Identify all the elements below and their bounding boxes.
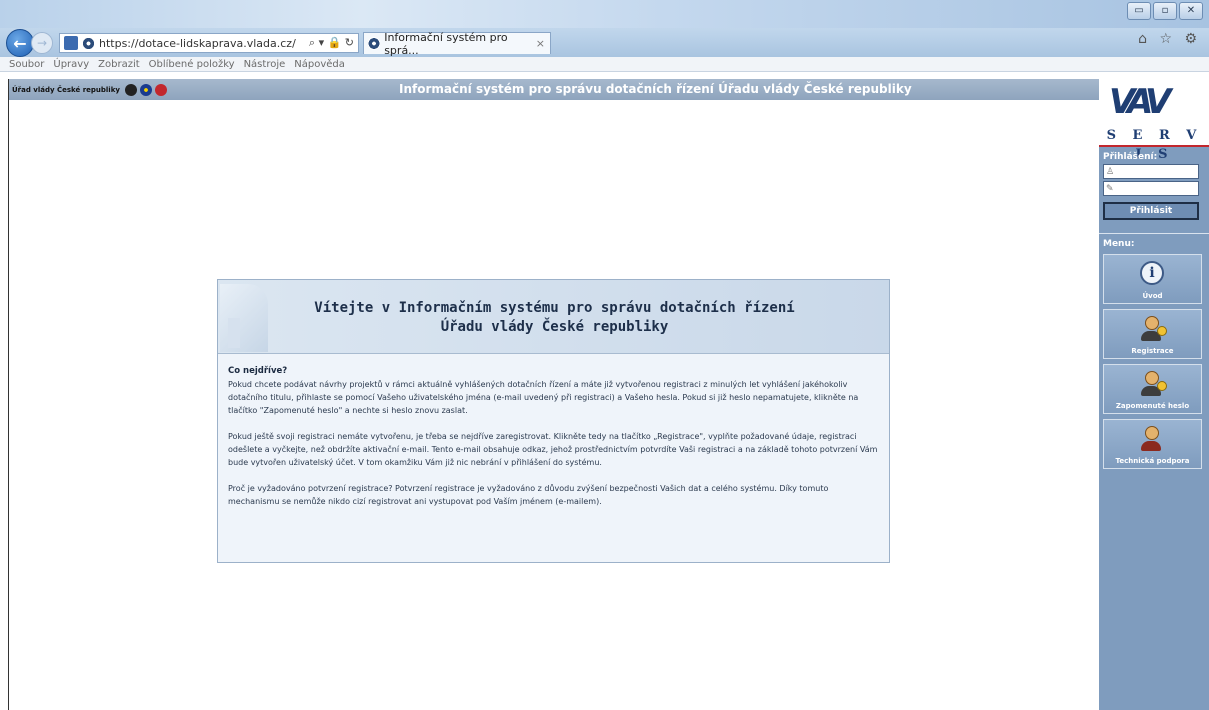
browser-menubar: Soubor Úpravy Zobrazit Oblíbené položky … bbox=[0, 57, 1209, 72]
welcome-title-line2: Úřadu vlády České republiky bbox=[440, 319, 669, 335]
tab-title: Informační systém pro sprá... bbox=[384, 30, 508, 57]
welcome-paragraph-2: Pokud ještě svoji registraci nemáte vytv… bbox=[228, 432, 878, 467]
menu-zobrazit[interactable]: Zobrazit bbox=[98, 59, 140, 70]
pencil-icon: ✎ bbox=[1106, 183, 1114, 194]
back-button[interactable]: ← bbox=[6, 29, 34, 57]
window-titlebar bbox=[0, 0, 1209, 28]
globe-icon bbox=[82, 36, 95, 50]
welcome-panel: Vítejte v Informačním systému pro správu… bbox=[217, 279, 890, 563]
menu-item-label: Technická podpora bbox=[1115, 457, 1190, 465]
tab-close-icon[interactable]: × bbox=[536, 37, 545, 50]
welcome-paragraph-1: Pokud chcete podávat návrhy projektů v r… bbox=[228, 380, 859, 415]
user-key-icon bbox=[1141, 316, 1167, 341]
forward-button[interactable]: → bbox=[31, 32, 53, 54]
url-domain: dotace-lidskaprava.vlada.cz/ bbox=[138, 36, 296, 50]
system-title: Informační systém pro správu dotačních ř… bbox=[399, 82, 912, 96]
browser-tab[interactable]: Informační systém pro sprá... × bbox=[363, 30, 551, 57]
info-red-icon[interactable] bbox=[154, 83, 167, 96]
menu-item-uvod[interactable]: i Úvod bbox=[1103, 254, 1202, 304]
menu-item-zapomenute-heslo[interactable]: Zapomenuté heslo bbox=[1103, 364, 1202, 414]
url-prefix: https:// bbox=[99, 36, 139, 50]
org-name[interactable]: Úřad vlády České republiky bbox=[12, 86, 120, 94]
welcome-header: Vítejte v Informačním systému pro správu… bbox=[218, 280, 889, 354]
info-icon: i bbox=[1140, 261, 1164, 285]
close-window-button[interactable]: ✕ bbox=[1179, 2, 1203, 20]
welcome-heading: Co nejdříve? bbox=[228, 366, 288, 376]
window-controls: ▭ ▫ ✕ bbox=[1127, 2, 1203, 20]
password-input[interactable]: ✎ bbox=[1103, 181, 1199, 196]
menu-upravy[interactable]: Úpravy bbox=[53, 59, 89, 70]
login-label: Přihlášení: bbox=[1103, 152, 1158, 162]
tab-favicon-icon bbox=[368, 37, 381, 50]
sidebar-divider bbox=[1099, 220, 1209, 234]
minimize-button[interactable]: ▭ bbox=[1127, 2, 1151, 20]
menu-napoveda[interactable]: Nápověda bbox=[294, 59, 345, 70]
login-button[interactable]: Přihlásit bbox=[1103, 202, 1199, 220]
site-icon bbox=[64, 36, 78, 50]
username-input[interactable]: ♙ bbox=[1103, 164, 1199, 179]
vav-logo: VAV bbox=[1099, 79, 1209, 126]
user-support-icon bbox=[1141, 426, 1161, 451]
servis-logo-text: S E R V I S bbox=[1099, 126, 1209, 162]
browser-chrome: ▭ ▫ ✕ ← → https://dotace-lidskaprava.vla… bbox=[0, 0, 1209, 57]
maximize-button[interactable]: ▫ bbox=[1153, 2, 1177, 20]
menu-item-technicka-podpora[interactable]: Technická podpora bbox=[1103, 419, 1202, 469]
menu-oblibene[interactable]: Oblíbené položky bbox=[149, 59, 235, 70]
welcome-body: Co nejdříve? Pokud chcete podávat návrhy… bbox=[218, 354, 889, 508]
menu-item-label: Registrace bbox=[1131, 347, 1174, 355]
page-content: Úřad vlády České republiky Informační sy… bbox=[8, 79, 1209, 710]
site-header-bar: Úřad vlády České republiky Informační sy… bbox=[9, 79, 1099, 100]
navigation-row: ← → https://dotace-lidskaprava.vlada.cz/… bbox=[6, 29, 551, 57]
user-icon: ♙ bbox=[1106, 166, 1115, 177]
sidebar: VAV S E R V I S Přihlášení: ♙ ✎ Přihlási… bbox=[1099, 79, 1209, 710]
menu-item-label: Zapomenuté heslo bbox=[1115, 402, 1190, 410]
menu-item-label: Úvod bbox=[1142, 292, 1163, 300]
welcome-title-line1: Vítejte v Informačním systému pro správu… bbox=[314, 300, 795, 316]
address-bar[interactable]: https://dotace-lidskaprava.vlada.cz/ ⌕ ▾… bbox=[59, 33, 359, 53]
accessibility-icon[interactable] bbox=[124, 83, 137, 96]
welcome-paragraph-3: Proč je vyžadováno potvrzení registrace?… bbox=[228, 484, 829, 506]
menu-item-registrace[interactable]: Registrace bbox=[1103, 309, 1202, 359]
menu-nastroje[interactable]: Nástroje bbox=[244, 59, 286, 70]
address-tools-icons[interactable]: ⌕ ▾ 🔒 ↻ bbox=[309, 36, 354, 50]
eu-flag-icon[interactable] bbox=[139, 83, 152, 96]
user-key-icon bbox=[1141, 371, 1167, 396]
menu-soubor[interactable]: Soubor bbox=[9, 59, 44, 70]
menu-label: Menu: bbox=[1103, 239, 1135, 249]
toolbar-icons[interactable]: ⌂ ☆ ⚙ bbox=[1138, 31, 1201, 47]
welcome-title: Vítejte v Informačním systému pro správu… bbox=[218, 299, 889, 337]
